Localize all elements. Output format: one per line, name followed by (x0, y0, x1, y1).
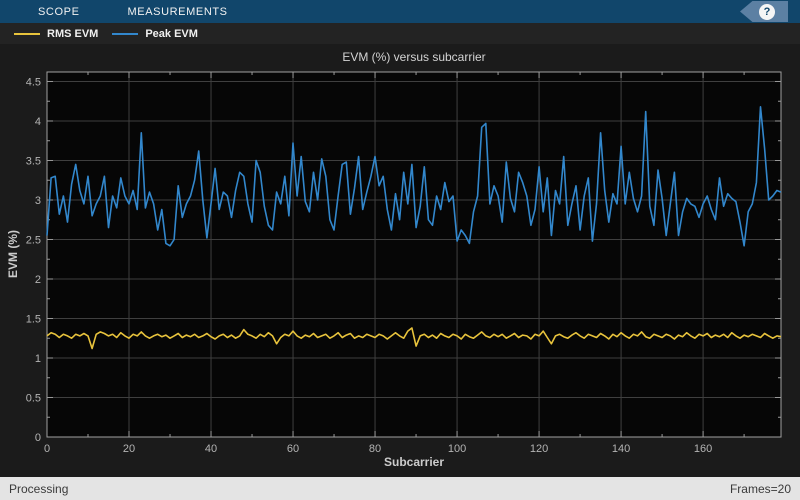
toolbar: SCOPE MEASUREMENTS ? (0, 0, 800, 23)
status-frames: Frames=20 (729, 481, 791, 496)
peak-evm-legend-label: Peak EVM (145, 27, 198, 40)
evm-chart-canvas: 0 20 40 60 80 100 120 140 160 0 0.5 1 1.5 2 2.5 3 3.5 4 4.… (26, 71, 782, 455)
y-axis-label: EVM (%) (6, 230, 20, 278)
legend-item-rms-evm: RMS EVM (14, 28, 98, 40)
tick-label: 3 (35, 195, 41, 207)
tick-label: 0 (35, 432, 41, 444)
tick-label: 3.5 (26, 155, 41, 167)
rms-evm-line-swatch (14, 32, 40, 35)
tick-label: 140 (612, 443, 630, 455)
tick-label: 100 (448, 443, 466, 455)
tick-label: 1.5 (26, 313, 41, 325)
status-bar: Processing Frames=20 (0, 477, 800, 500)
tick-label: 60 (287, 443, 299, 455)
tick-label: 20 (123, 443, 135, 455)
help-icon: ? (759, 3, 775, 20)
plot-region: 0 20 40 60 80 100 120 140 160 0 0.5 1 1.5 2 2.5 3 3.5 4 4.… (0, 44, 800, 477)
tick-label: 4.5 (26, 76, 41, 88)
tick-label: 4 (35, 116, 41, 128)
status-processing: Processing (9, 481, 69, 496)
tick-label: 120 (530, 443, 548, 455)
tick-label: 40 (205, 443, 217, 455)
legend-bar: RMS EVM Peak EVM (0, 23, 800, 44)
peak-evm-line-swatch (112, 32, 139, 35)
chart-title: EVM (%) versus subcarrier (342, 50, 486, 64)
tick-label: 0 (44, 443, 50, 455)
help-button[interactable]: ? (740, 1, 788, 22)
tab-scope[interactable]: SCOPE (28, 0, 90, 23)
rms-evm-legend-label: RMS EVM (47, 27, 99, 40)
tab-measurements[interactable]: MEASUREMENTS (118, 0, 238, 23)
legend-item-peak-evm: Peak EVM (112, 28, 198, 40)
tick-label: 2 (35, 274, 41, 286)
tick-label: 1 (35, 353, 41, 365)
tick-label: 160 (694, 443, 712, 455)
x-axis-label: Subcarrier (383, 455, 445, 469)
tick-label: 2.5 (26, 234, 41, 246)
tick-label: 0.5 (26, 392, 41, 404)
tick-label: 80 (369, 443, 381, 455)
